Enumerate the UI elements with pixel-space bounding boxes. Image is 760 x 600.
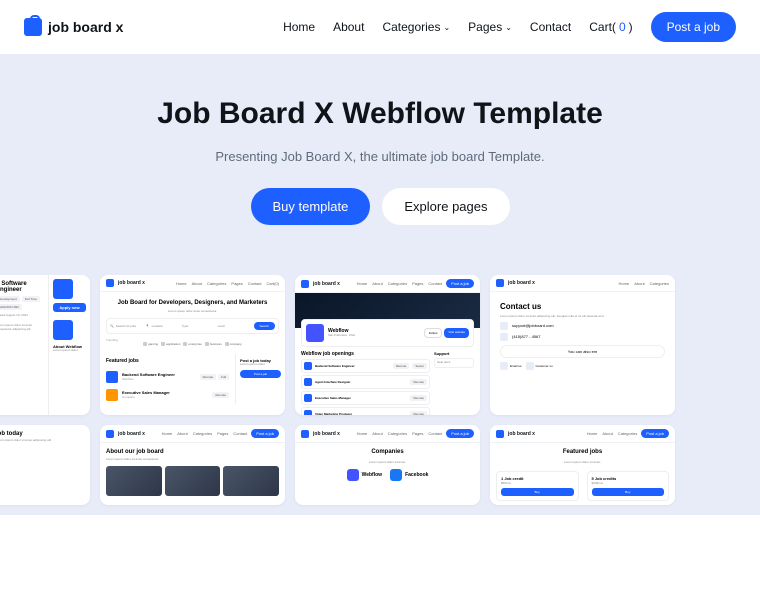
briefcase-icon [24,18,42,36]
webflow-icon [106,371,118,383]
template-gallery: d Software Engineer DevelopmentFull Time… [0,275,760,515]
company-icon [106,389,118,401]
main-nav: Home About Categories⌄ Pages⌄ Contact Ca… [283,12,736,42]
mail-icon [500,362,508,370]
preview-card-company[interactable]: job board x HomeAboutCategoriesPagesCont… [295,275,480,415]
header: job board x Home About Categories⌄ Pages… [0,0,760,54]
image-placeholder [165,466,221,496]
image-placeholder [223,466,279,496]
briefcase-icon [496,430,504,438]
preview-card-homepage[interactable]: job board x HomeAboutCategoriesPagesCont… [100,275,285,415]
hero-section: Job Board X Webflow Template Presenting … [0,54,760,275]
nav-home[interactable]: Home [283,20,315,34]
hero-title: Job Board X Webflow Template [140,94,620,133]
preview-email: support@jobboard.com [500,322,665,330]
phone-icon [500,333,508,341]
chevron-down-icon: ⌄ [505,23,512,32]
nav-about[interactable]: About [333,20,364,34]
preview-role: d Software Engineer [0,281,42,293]
headset-icon [526,362,534,370]
briefcase-icon [106,279,114,287]
nav-categories[interactable]: Categories⌄ [382,20,450,34]
webflow-icon [347,469,359,481]
preview-card-cta[interactable]: job today Lorem ipsum dolor sit amet adi… [0,425,90,505]
preview-header: job board x HomeAboutCategoriesPagesCont… [100,275,285,292]
briefcase-icon [301,280,309,288]
nav-contact[interactable]: Contact [530,20,571,34]
buy-template-button[interactable]: Buy template [251,188,371,225]
preview-tags: DevelopmentFull Time$100,000 USD [0,296,42,310]
webflow-icon [306,324,324,342]
preview-job-row: Backend Software EngineerWebflow RemoteF… [100,368,235,386]
briefcase-icon [496,279,504,287]
image-placeholder [106,466,162,496]
preview-card-featured[interactable]: job board x HomeAboutCategories Post a j… [490,425,675,505]
webflow-icon [53,279,73,299]
nav-pages[interactable]: Pages⌄ [468,20,512,34]
preview-card-contact[interactable]: job board x HomeAboutCategories Contact … [490,275,675,415]
preview-card-companies[interactable]: job board x HomeAboutCategoriesPagesCont… [295,425,480,505]
mail-icon [500,322,508,330]
explore-pages-button[interactable]: Explore pages [382,188,509,225]
facebook-icon [390,469,402,481]
preview-card-about[interactable]: job board x HomeAboutCategoriesPagesCont… [100,425,285,505]
logo[interactable]: job board x [24,18,123,36]
nav-cart[interactable]: Cart(0) [589,20,632,34]
post-job-button[interactable]: Post a job [651,12,736,42]
chevron-down-icon: ⌄ [443,23,450,32]
briefcase-icon [106,430,114,438]
hero-buttons: Buy template Explore pages [20,188,740,225]
preview-phone: (415)877 - 4567 [500,333,665,341]
hero-subtitle: Presenting Job Board X, the ultimate job… [20,149,740,164]
preview-card-job-detail[interactable]: d Software Engineer DevelopmentFull Time… [0,275,90,415]
brand-text: job board x [48,19,123,35]
preview-search: 🔍Search for jobs 📍Location Type Level Se… [106,318,279,334]
briefcase-icon [301,430,309,438]
